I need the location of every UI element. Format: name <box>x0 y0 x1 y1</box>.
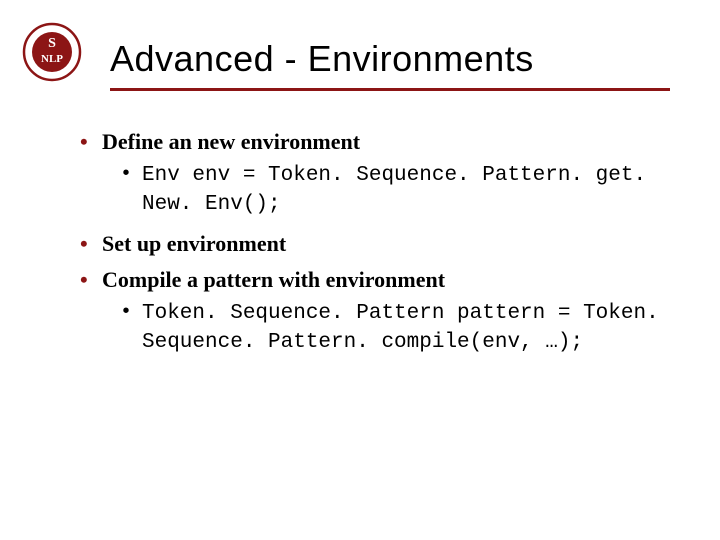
sub-bullet-list: Token. Sequence. Pattern pattern = Token… <box>120 299 670 358</box>
logo-top-text: S <box>48 36 56 51</box>
code-line: Env env = Token. Sequence. Pattern. get.… <box>120 161 670 220</box>
logo-bottom-text: NLP <box>41 53 63 65</box>
slide-title: Advanced - Environments <box>110 38 680 80</box>
bullet-item: Set up environment <box>78 229 670 259</box>
slide: S NLP Advanced - Environments Define an … <box>0 0 720 540</box>
bullet-item: Define an new environment Env env = Toke… <box>78 127 670 219</box>
bullet-text: Define an new environment <box>102 129 360 154</box>
slide-header: S NLP Advanced - Environments <box>0 0 720 91</box>
bullet-text: Compile a pattern with environment <box>102 267 445 292</box>
sub-bullet-list: Env env = Token. Sequence. Pattern. get.… <box>120 161 670 220</box>
title-underline <box>110 88 670 91</box>
bullet-item: Compile a pattern with environment Token… <box>78 265 670 357</box>
slide-body: Define an new environment Env env = Toke… <box>0 91 720 358</box>
stanford-nlp-logo-icon: S NLP <box>22 22 82 82</box>
code-line: Token. Sequence. Pattern pattern = Token… <box>120 299 670 358</box>
bullet-list: Define an new environment Env env = Toke… <box>78 127 670 358</box>
bullet-text: Set up environment <box>102 231 286 256</box>
